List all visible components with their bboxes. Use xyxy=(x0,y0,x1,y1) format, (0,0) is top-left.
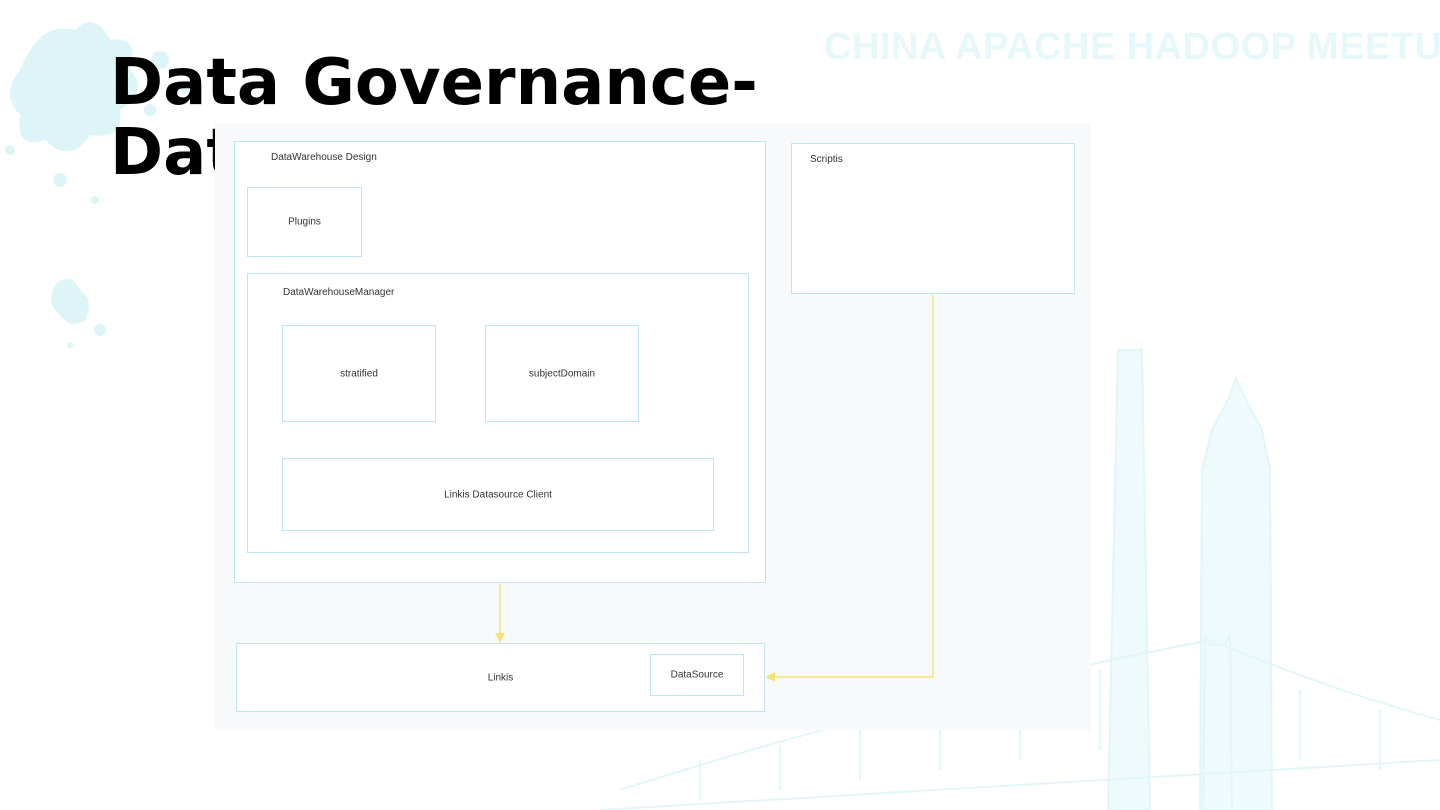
datawarehouse-manager-label: DataWarehouseManager xyxy=(283,287,395,298)
subject-domain-label: subjectDomain xyxy=(528,368,596,379)
scriptis-box: Scriptis xyxy=(791,143,1075,294)
datawarehouse-design-label: DataWarehouse Design xyxy=(271,152,377,163)
scriptis-label: Scriptis xyxy=(810,154,843,165)
conference-watermark: CHINA APACHE HADOOP MEETUP 2022 xyxy=(824,26,1440,68)
subject-domain-box: subjectDomain xyxy=(485,325,639,422)
linkis-datasource-client-label: Linkis Datasource Client xyxy=(444,489,552,500)
stratified-label: stratified xyxy=(340,368,378,379)
plugins-label: Plugins xyxy=(288,216,321,228)
datasource-box: DataSource xyxy=(650,654,744,696)
plugins-box: Plugins xyxy=(247,187,362,257)
linkis-datasource-client-box: Linkis Datasource Client xyxy=(282,458,714,531)
datasource-label: DataSource xyxy=(670,669,724,681)
slide: CHINA APACHE HADOOP MEETUP 2022 Data Gov… xyxy=(0,0,1440,810)
stratified-box: stratified xyxy=(282,325,436,422)
